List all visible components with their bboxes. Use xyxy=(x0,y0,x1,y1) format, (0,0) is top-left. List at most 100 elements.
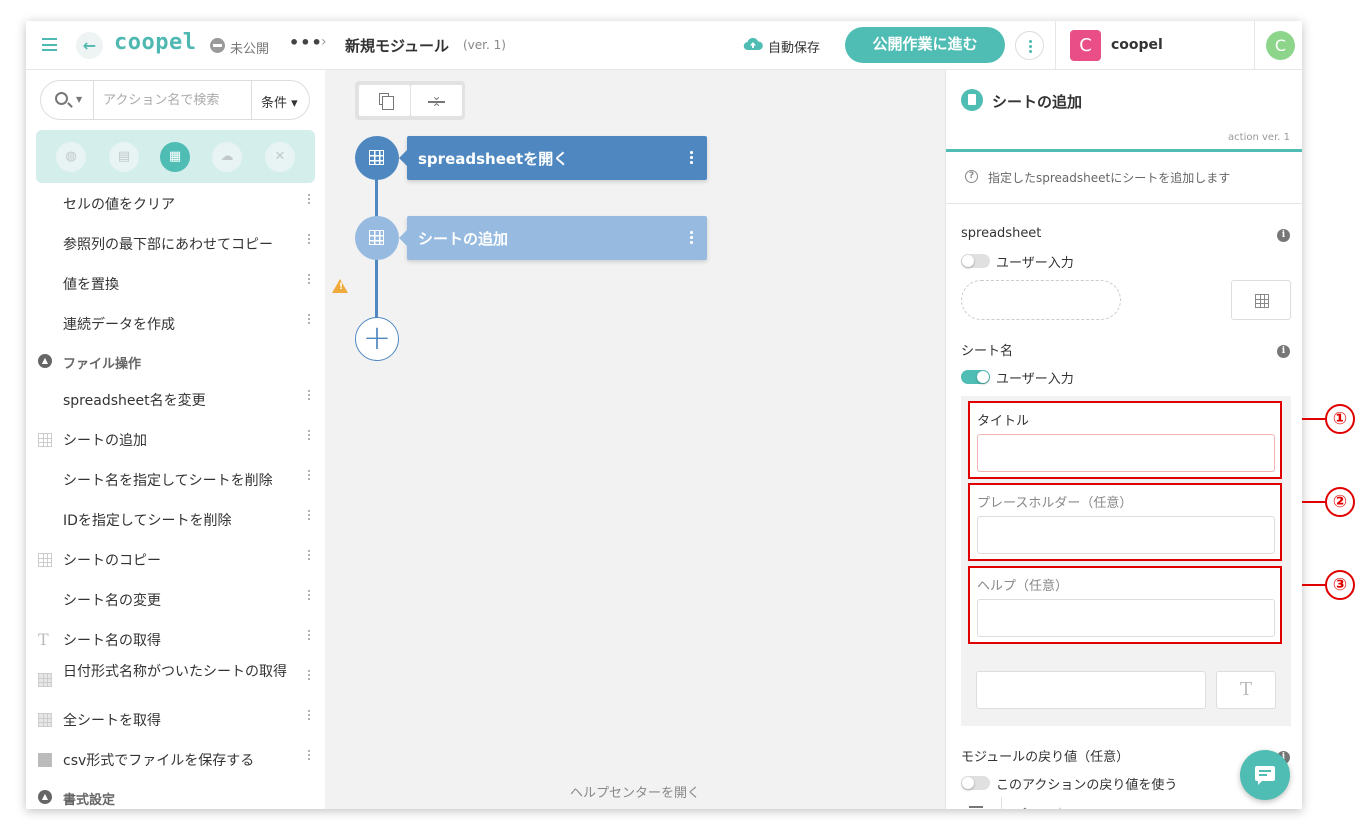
item-label: シート名を指定してシートを削除 xyxy=(63,473,273,489)
kebab-icon[interactable] xyxy=(306,670,312,682)
sheet-name-input[interactable] xyxy=(976,671,1206,709)
copy-button[interactable] xyxy=(359,85,410,116)
item-label: シート名の取得 xyxy=(63,633,161,649)
grid-icon xyxy=(38,673,52,687)
item-label: シートのコピー xyxy=(63,553,161,569)
sheet-icon xyxy=(961,89,983,111)
kebab-icon[interactable] xyxy=(306,194,312,206)
autosave-text: 自動保存 xyxy=(768,41,821,56)
kebab-icon[interactable] xyxy=(306,550,312,562)
search-bar: ▼ 条件 ▾ xyxy=(40,80,310,120)
flow-node[interactable]: spreadsheetを開く xyxy=(399,136,707,180)
node-icon[interactable] xyxy=(355,216,399,260)
flow-canvas[interactable]: ⌄ ⌃ spreadsheetを開く ! シートの追加 + ヘルプセンターを開く xyxy=(325,70,945,809)
kebab-icon[interactable] xyxy=(306,274,312,286)
list-item[interactable]: 全シートを取得 xyxy=(26,700,325,740)
org-avatar[interactable]: C xyxy=(1070,30,1101,61)
spreadsheet-select-button[interactable] xyxy=(1231,280,1291,320)
title-underline xyxy=(946,149,1302,152)
spreadsheet-drop-zone[interactable] xyxy=(961,280,1121,320)
chevron-up-icon[interactable]: ▲ xyxy=(38,790,52,804)
kebab-icon[interactable] xyxy=(306,390,312,402)
list-item[interactable]: csv形式でファイルを保存する xyxy=(26,740,325,780)
section-format[interactable]: ▲ 書式設定 xyxy=(26,780,325,809)
list-item[interactable]: セルの値をクリア xyxy=(26,184,325,224)
item-label: csv形式でファイルを保存する xyxy=(63,753,255,769)
kebab-icon[interactable] xyxy=(306,590,312,602)
excel-icon[interactable]: ▤ xyxy=(109,142,139,172)
cloud-icon[interactable]: ☁ xyxy=(212,142,242,172)
kebab-icon[interactable] xyxy=(690,151,693,166)
annotation-line xyxy=(1302,584,1326,586)
use-return-toggle[interactable] xyxy=(961,776,990,790)
grid-icon xyxy=(369,230,384,245)
flow-node-selected[interactable]: シートの追加 xyxy=(399,216,707,260)
user-avatar[interactable]: C xyxy=(1266,31,1295,60)
help-center-link[interactable]: ヘルプセンターを開く xyxy=(325,782,945,801)
add-node-button[interactable]: + xyxy=(355,317,399,361)
info-icon[interactable]: i xyxy=(1277,229,1290,242)
list-item[interactable]: spreadsheet名を変更 xyxy=(26,380,325,420)
globe-icon[interactable]: ◍ xyxy=(56,142,86,172)
item-label: シートの追加 xyxy=(63,433,147,449)
action-sidebar: ▼ 条件 ▾ ◍ ▤ ▦ ☁ ✕ セルの値をクリア 参照列の最下部にあわせてコピ… xyxy=(26,70,325,809)
list-item[interactable]: T シート名の取得 xyxy=(26,620,325,660)
info-icon[interactable]: i xyxy=(1277,345,1290,358)
module-title[interactable]: 新規モジュール xyxy=(345,35,449,56)
arrow-up-icon[interactable]: ↑ xyxy=(1019,806,1031,809)
item-label: IDを指定してシートを削除 xyxy=(63,513,232,529)
list-item[interactable]: シート名の変更 xyxy=(26,580,325,620)
kebab-icon[interactable] xyxy=(306,510,312,522)
search-icon[interactable] xyxy=(55,92,68,105)
caret-down-icon[interactable]: ▼ xyxy=(76,95,82,104)
list-item[interactable]: 値を置換 xyxy=(26,264,325,304)
more-button[interactable]: ••• xyxy=(289,33,323,52)
placeholder-input[interactable] xyxy=(977,516,1275,554)
arrow-left-icon: ← xyxy=(82,36,97,55)
help-input[interactable] xyxy=(977,599,1275,637)
condition-dropdown[interactable]: 条件 ▾ xyxy=(261,92,298,111)
text-type-button[interactable]: T xyxy=(1216,671,1276,709)
back-button[interactable]: ← xyxy=(76,32,103,59)
spreadsheet-icon[interactable]: ▦ xyxy=(160,142,190,172)
kebab-icon[interactable] xyxy=(306,710,312,722)
chevron-up-icon[interactable]: ▲ xyxy=(38,354,52,368)
collapse-button[interactable]: ⌄ ⌃ xyxy=(411,85,462,116)
kebab-icon[interactable] xyxy=(306,750,312,762)
list-item[interactable]: シート名を指定してシートを削除 xyxy=(26,460,325,500)
list-item[interactable]: 日付形式名称がついたシートの取得 xyxy=(26,660,325,700)
user-input-toggle[interactable] xyxy=(961,370,990,384)
publish-button[interactable]: 公開作業に進む xyxy=(845,27,1005,63)
search-input[interactable] xyxy=(103,90,248,110)
tools-icon[interactable]: ✕ xyxy=(265,142,295,172)
kebab-icon[interactable] xyxy=(306,234,312,246)
divider xyxy=(93,81,94,119)
document-icon xyxy=(38,753,52,767)
header-divider xyxy=(1254,21,1255,70)
divider xyxy=(1001,797,1002,809)
kebab-icon[interactable] xyxy=(306,430,312,442)
kebab-icon[interactable] xyxy=(306,470,312,482)
item-label: 全シートを取得 xyxy=(63,713,161,729)
grid-icon xyxy=(38,433,52,447)
list-item[interactable]: シートのコピー xyxy=(26,540,325,580)
list-item[interactable]: 参照列の最下部にあわせてコピー xyxy=(26,224,325,264)
node-icon[interactable] xyxy=(355,136,399,180)
menu-icon[interactable] xyxy=(42,38,57,51)
user-input-toggle[interactable] xyxy=(961,254,990,268)
chat-button[interactable] xyxy=(1240,750,1290,800)
chevron-right-icon: › xyxy=(321,34,327,50)
kebab-menu-button[interactable] xyxy=(1015,31,1044,60)
title-input[interactable] xyxy=(977,434,1275,472)
kebab-icon[interactable] xyxy=(306,630,312,642)
org-name[interactable]: coopel xyxy=(1111,37,1163,53)
kebab-icon[interactable] xyxy=(306,314,312,326)
field-label: プレースホルダー（任意） xyxy=(977,496,1133,511)
list-item[interactable]: IDを指定してシートを削除 xyxy=(26,500,325,540)
kebab-icon[interactable] xyxy=(690,231,693,246)
list-item[interactable]: 連続データを作成 xyxy=(26,304,325,344)
list-item[interactable]: シートの追加 xyxy=(26,420,325,460)
section-file-operations[interactable]: ▲ ファイル操作 xyxy=(26,344,325,380)
title-field-group: タイトル xyxy=(968,401,1282,479)
grid-icon xyxy=(1255,294,1269,308)
